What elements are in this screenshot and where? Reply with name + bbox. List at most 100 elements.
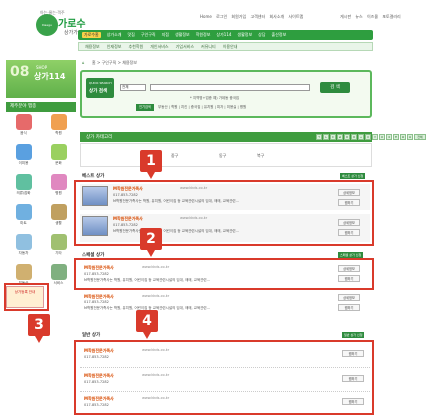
listing-thumbnail[interactable] xyxy=(82,216,108,236)
listing-name[interactable]: M학원전문가족사 xyxy=(113,216,143,222)
category-tile[interactable]: 마트 xyxy=(6,204,41,230)
alpha-filter-button[interactable]: ㅋ xyxy=(386,134,392,140)
sidebar-ad-banner[interactable]: 상가등록 안내 xyxy=(6,286,44,308)
alpha-filter-button[interactable]: ㄷ xyxy=(330,134,336,140)
nav-item[interactable]: 학원정보 xyxy=(196,32,211,38)
category-tile[interactable]: 병원 xyxy=(41,174,76,200)
general-apply-button[interactable]: 일반 상가 신청 xyxy=(342,332,365,338)
alpha-filter-button[interactable]: ㄴ xyxy=(323,134,329,140)
top-link-mall[interactable]: 이즈몰 xyxy=(367,14,378,19)
nav-item[interactable]: 생활정보 xyxy=(175,32,190,38)
general-listing[interactable]: M학원전문가족사 www.kkds.co.kr 017-853-7282 찜하기 xyxy=(80,370,370,390)
category-tile[interactable]: 음식 xyxy=(6,114,41,140)
subnav-item[interactable]: 채용정보 xyxy=(85,44,100,50)
favorite-button[interactable]: 찜하기 xyxy=(338,304,360,311)
top-link-sitemap[interactable]: 사이트맵 xyxy=(288,14,303,19)
detail-button[interactable]: 상세정보 xyxy=(338,189,360,196)
best-listing[interactable]: M학원전문가족사 www.kkds.co.kr 017-853-7282 M학원… xyxy=(80,214,370,242)
alpha-filter-button[interactable]: 전체 xyxy=(414,134,426,140)
subnav-item[interactable]: 이용안내 xyxy=(223,44,238,50)
region-link[interactable]: 북구 xyxy=(257,153,264,159)
top-link-photo[interactable]: 포토갤러리 xyxy=(382,14,400,19)
nav-item[interactable]: 출산정보 xyxy=(272,32,287,38)
listing-url[interactable]: www.kkds.co.kr xyxy=(142,265,169,269)
subnav-item[interactable]: 추천학원 xyxy=(128,44,143,50)
subnav-item[interactable]: 인재정보 xyxy=(107,44,122,50)
category-tile[interactable]: 이미용 xyxy=(6,144,41,170)
category-tile[interactable]: 의류/잡화 xyxy=(6,174,41,200)
region-link[interactable]: 동구 xyxy=(219,153,226,159)
favorite-button[interactable]: 찜하기 xyxy=(342,350,364,357)
alpha-filter-button[interactable]: ㅁ xyxy=(344,134,350,140)
listing-name[interactable]: M학원전문가족사 xyxy=(84,348,114,354)
region-link[interactable]: 중구 xyxy=(171,153,178,159)
top-link-login[interactable]: 로그인 xyxy=(216,14,227,19)
alpha-filter-button[interactable]: ㅍ xyxy=(400,134,406,140)
favorite-button[interactable]: 찜하기 xyxy=(342,375,364,382)
subnav-item[interactable]: 개인서비스 xyxy=(150,44,168,50)
alpha-filter-button[interactable]: ㅅ xyxy=(358,134,364,140)
detail-button[interactable]: 상세정보 xyxy=(338,265,360,272)
listing-url[interactable]: www.kkds.co.kr xyxy=(142,373,169,377)
nav-item[interactable]: 상담 xyxy=(258,32,265,38)
best-listing[interactable]: M학원전문가족사 www.kkds.co.kr 017-853-7282 M학원… xyxy=(80,184,370,210)
alpha-filter-button[interactable]: ㅈ xyxy=(372,134,378,140)
top-link-join[interactable]: 회원가입 xyxy=(231,14,246,19)
alpha-filter-button[interactable]: ㅌ xyxy=(393,134,399,140)
listing-url[interactable]: www.kkds.co.kr xyxy=(142,348,169,352)
site-logo[interactable]: 가로수 xyxy=(58,15,86,30)
logo-emblem[interactable]: Daegu xyxy=(36,14,58,36)
top-link-board[interactable]: 게시판 xyxy=(340,14,351,19)
top-link-support[interactable]: 고객센터 xyxy=(250,14,265,19)
nav-item[interactable]: 상가소개 xyxy=(107,32,122,38)
alpha-filter-button[interactable]: ㄱ xyxy=(316,134,322,140)
alpha-filter-button[interactable]: ㅇ xyxy=(365,134,371,140)
search-input[interactable] xyxy=(150,84,310,91)
subnav-item[interactable]: 기업서비스 xyxy=(176,44,194,50)
popular-search-links[interactable]: 부동산 | 학원 | 치킨 | 중국집 | 유치원 | 피자 | 미용실 | 병… xyxy=(158,105,246,110)
nav-item[interactable]: 구인구직 xyxy=(141,32,156,38)
listing-name[interactable]: M학원전문가족사 xyxy=(84,373,114,379)
top-link-about[interactable]: 회사소개 xyxy=(269,14,284,19)
listing-name[interactable]: M학원전문가족사 xyxy=(84,265,114,271)
category-tile[interactable]: 기타 xyxy=(41,234,76,260)
listing-name[interactable]: M학원전문가족사 xyxy=(84,396,114,402)
nav-item[interactable]: 지점 xyxy=(162,32,169,38)
favorite-button[interactable]: 찜하기 xyxy=(338,199,360,206)
category-tile[interactable]: 생활 xyxy=(41,204,76,230)
nav-item[interactable]: 생활정보 xyxy=(237,32,252,38)
category-tile[interactable]: 학원 xyxy=(41,114,76,140)
alpha-filter-button[interactable]: ㅎ xyxy=(407,134,413,140)
search-button[interactable]: 검 색 xyxy=(320,82,350,93)
home-icon[interactable]: ⌂ xyxy=(82,60,85,65)
nav-item-home[interactable]: 가로수홈 xyxy=(82,32,101,38)
favorite-button[interactable]: 찜하기 xyxy=(342,398,364,405)
favorite-button[interactable]: 찜하기 xyxy=(338,275,360,282)
listing-thumbnail[interactable] xyxy=(82,186,108,206)
listing-url[interactable]: www.kkds.co.kr xyxy=(180,186,207,190)
subnav-item[interactable]: 커뮤니티 xyxy=(201,44,216,50)
category-tile[interactable]: 자동차 xyxy=(6,234,41,260)
shop114-banner[interactable]: 08 SHOP 상가114 xyxy=(6,60,76,98)
favorite-button[interactable]: 찜하기 xyxy=(338,229,360,236)
category-tile[interactable]: 문화 xyxy=(41,144,76,170)
detail-button[interactable]: 상세정보 xyxy=(338,294,360,301)
listing-name[interactable]: M학원전문가족사 xyxy=(113,186,143,192)
alpha-filter-button[interactable]: ㅊ xyxy=(379,134,385,140)
general-listing[interactable]: M학원전문가족사 www.kkds.co.kr 017-853-7282 찜하기 xyxy=(80,394,370,412)
detail-button[interactable]: 상세정보 xyxy=(338,219,360,226)
special-listing[interactable]: M학원전문가족사 www.kkds.co.kr 017-853-7282 M학원… xyxy=(80,262,370,286)
nav-item[interactable]: 맛집 xyxy=(127,32,134,38)
best-apply-button[interactable]: 베스트 상가 신청 xyxy=(340,173,366,179)
listing-url[interactable]: www.kkds.co.kr xyxy=(180,216,207,220)
top-link-home[interactable]: Home xyxy=(200,14,212,19)
search-scope-select[interactable]: 전체 xyxy=(120,84,146,91)
general-listing[interactable]: M학원전문가족사 www.kkds.co.kr 017-853-7282 찜하기 xyxy=(80,345,370,365)
special-listing[interactable]: M학원전문가족사 www.kkds.co.kr 017-853-7282 M학원… xyxy=(80,292,370,316)
alpha-filter-button[interactable]: ㅂ xyxy=(351,134,357,140)
nav-item[interactable]: 상가114 xyxy=(216,32,231,38)
alpha-filter-button[interactable]: ㄹ xyxy=(337,134,343,140)
listing-url[interactable]: www.kkds.co.kr xyxy=(142,294,169,298)
listing-url[interactable]: www.kkds.co.kr xyxy=(142,396,169,400)
top-link-news[interactable]: 뉴스 xyxy=(355,14,362,19)
